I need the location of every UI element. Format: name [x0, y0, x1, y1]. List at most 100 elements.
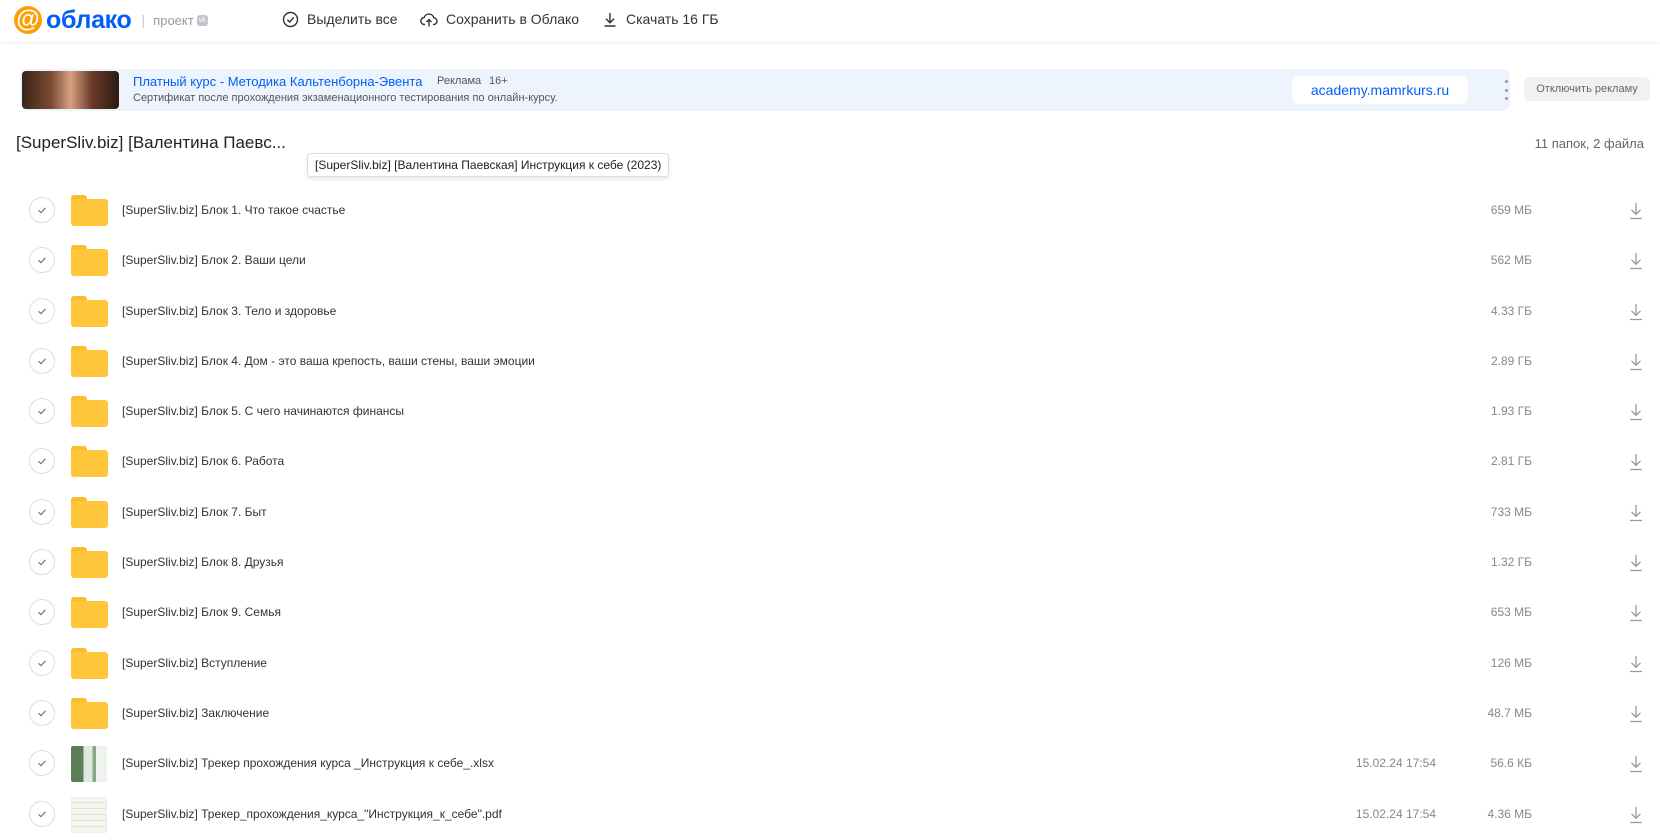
list-item[interactable]: [SuperSliv.biz] Вступление 126 МБ: [0, 639, 1660, 689]
list-item[interactable]: [SuperSliv.biz] Заключение 48.7 МБ: [0, 689, 1660, 739]
select-checkbox[interactable]: [29, 750, 55, 777]
download-icon[interactable]: [1627, 352, 1645, 372]
select-checkbox[interactable]: [29, 800, 55, 827]
list-item[interactable]: [SuperSliv.biz] Трекер_прохождения_курса…: [0, 790, 1660, 840]
select-checkbox[interactable]: [29, 549, 55, 576]
list-item[interactable]: [SuperSliv.biz] Блок 5. С чего начинаютс…: [0, 387, 1660, 437]
download-icon[interactable]: [1627, 553, 1645, 573]
select-checkbox[interactable]: [29, 247, 55, 274]
download-icon[interactable]: [1627, 503, 1645, 523]
download-icon[interactable]: [1627, 805, 1645, 825]
select-all-label: Выделить все: [307, 11, 398, 27]
select-checkbox[interactable]: [29, 649, 55, 676]
list-item[interactable]: [SuperSliv.biz] Блок 9. Семья 653 МБ: [0, 588, 1660, 638]
item-name[interactable]: [SuperSliv.biz] Блок 7. Быт: [122, 505, 267, 519]
item-name[interactable]: [SuperSliv.biz] Блок 2. Ваши цели: [122, 253, 306, 267]
download-icon[interactable]: [1627, 452, 1645, 472]
list-item[interactable]: [SuperSliv.biz] Блок 7. Быт 733 МБ: [0, 488, 1660, 538]
logo-project: проект: [153, 12, 194, 28]
item-size: 126 МБ: [1490, 655, 1532, 670]
item-name[interactable]: [SuperSliv.biz] Заключение: [122, 706, 269, 720]
select-checkbox[interactable]: [29, 197, 55, 223]
item-name[interactable]: [SuperSliv.biz] Блок 5. С чего начинаютс…: [122, 404, 404, 418]
pdf-thumbnail: [71, 796, 107, 833]
folder-icon: [71, 446, 108, 478]
folder-icon: [71, 396, 108, 428]
item-size: 48.7 МБ: [1487, 705, 1532, 720]
list-item[interactable]: [SuperSliv.biz] Блок 1. Что такое счасть…: [0, 186, 1660, 236]
item-name[interactable]: [SuperSliv.biz] Блок 1. Что такое счасть…: [122, 203, 345, 217]
ad-age-rating: 16+: [489, 75, 508, 87]
download-icon[interactable]: [1627, 754, 1645, 774]
folder-icon: [71, 547, 108, 579]
download-all-button[interactable]: Скачать 16 ГБ: [602, 9, 719, 29]
item-name[interactable]: [SuperSliv.biz] Трекер_прохождения_курса…: [122, 807, 502, 821]
download-icon[interactable]: [1627, 603, 1645, 623]
item-name[interactable]: [SuperSliv.biz] Трекер прохождения курса…: [122, 756, 494, 770]
folder-icon: [71, 295, 108, 327]
file-list: [SuperSliv.biz] Блок 1. Что такое счасть…: [0, 186, 1660, 840]
select-checkbox[interactable]: [29, 448, 55, 475]
check-icon: [38, 358, 46, 365]
item-size: 2.81 ГБ: [1490, 454, 1532, 469]
item-size: 562 МБ: [1490, 253, 1532, 268]
item-size: 4.33 ГБ: [1490, 303, 1532, 318]
item-size: 56.6 КБ: [1490, 756, 1532, 771]
ad-link-button[interactable]: academy.mamrkurs.ru: [1292, 76, 1468, 104]
select-checkbox[interactable]: [29, 699, 55, 726]
item-name[interactable]: [SuperSliv.biz] Вступление: [122, 656, 267, 670]
item-name[interactable]: [SuperSliv.biz] Блок 3. Тело и здоровье: [122, 304, 336, 318]
check-icon: [38, 207, 46, 214]
ad-banner[interactable]: Платный курс - Методика Кальтенборна-Эве…: [20, 69, 1510, 111]
download-all-label: Скачать 16 ГБ: [626, 11, 719, 27]
item-name[interactable]: [SuperSliv.biz] Блок 6. Работа: [122, 454, 284, 468]
download-icon[interactable]: [1627, 704, 1645, 724]
spreadsheet-thumbnail: [71, 746, 107, 783]
list-item[interactable]: [SuperSliv.biz] Трекер прохождения курса…: [0, 739, 1660, 789]
check-icon: [38, 257, 46, 264]
list-item[interactable]: [SuperSliv.biz] Блок 6. Работа 2.81 ГБ: [0, 437, 1660, 487]
select-checkbox[interactable]: [29, 347, 55, 374]
item-size: 1.32 ГБ: [1490, 555, 1532, 570]
folder-icon: [71, 647, 108, 679]
select-checkbox[interactable]: [29, 297, 55, 324]
select-checkbox[interactable]: [29, 498, 55, 525]
logo[interactable]: @ облако | проект vk: [14, 3, 208, 37]
select-all-button[interactable]: Выделить все: [282, 9, 398, 29]
disable-ads-button[interactable]: Отключить рекламу: [1524, 77, 1650, 101]
save-to-cloud-button[interactable]: Сохранить в Облако: [420, 9, 579, 29]
list-item[interactable]: [SuperSliv.biz] Блок 2. Ваши цели 562 МБ: [0, 236, 1660, 286]
item-name[interactable]: [SuperSliv.biz] Блок 4. Дом - это ваша к…: [122, 354, 535, 368]
download-icon[interactable]: [1627, 251, 1645, 271]
item-name[interactable]: [SuperSliv.biz] Блок 8. Друзья: [122, 555, 284, 569]
logo-brand: облако: [46, 5, 132, 34]
select-checkbox[interactable]: [29, 599, 55, 626]
download-icon[interactable]: [1627, 201, 1645, 221]
item-size: 733 МБ: [1490, 504, 1532, 519]
folder-icon: [71, 195, 108, 226]
item-date: 15.02.24 17:54: [1355, 806, 1436, 821]
more-vertical-icon[interactable]: [1499, 80, 1510, 100]
title-tooltip: [SuperSliv.biz] [Валентина Паевская] Инс…: [307, 153, 670, 177]
list-item[interactable]: [SuperSliv.biz] Блок 3. Тело и здоровье 4…: [0, 287, 1660, 337]
folder-icon: [71, 245, 108, 277]
list-item[interactable]: [SuperSliv.biz] Блок 8. Друзья 1.32 ГБ: [0, 538, 1660, 588]
check-icon: [38, 710, 46, 717]
vk-icon: vk: [196, 14, 208, 26]
list-item[interactable]: [SuperSliv.biz] Блок 4. Дом - это ваша к…: [0, 337, 1660, 387]
check-icon: [38, 660, 46, 667]
item-size: 2.89 ГБ: [1490, 353, 1532, 368]
item-size: 1.93 ГБ: [1490, 404, 1532, 419]
check-circle-icon: [282, 11, 299, 27]
check-icon: [38, 810, 46, 818]
download-icon[interactable]: [1627, 654, 1645, 674]
top-bar: @ облако | проект vk Выделить все Сохран…: [0, 0, 1660, 42]
download-icon[interactable]: [1627, 302, 1645, 322]
download-icon[interactable]: [1627, 402, 1645, 422]
ad-title[interactable]: Платный курс - Методика Кальтенборна-Эве…: [133, 74, 422, 89]
item-name[interactable]: [SuperSliv.biz] Блок 9. Семья: [122, 605, 281, 619]
item-size: 653 МБ: [1490, 605, 1532, 620]
select-checkbox[interactable]: [29, 398, 55, 425]
download-icon: [604, 12, 616, 27]
check-icon: [38, 760, 46, 767]
